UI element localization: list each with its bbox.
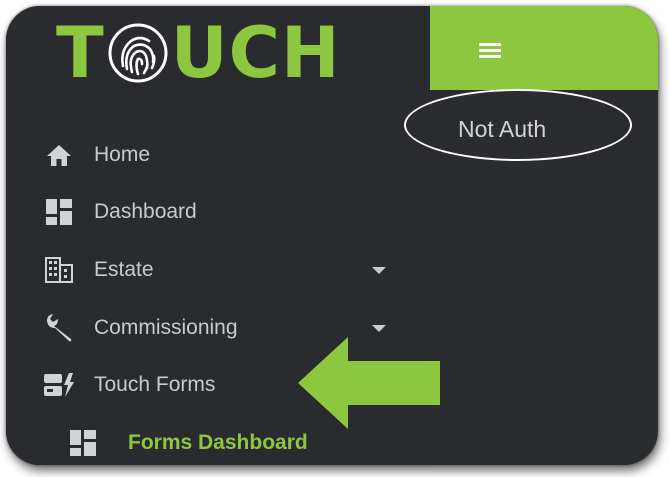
sidebar-item-home[interactable]: Home	[6, 133, 430, 177]
dashboard-icon	[66, 426, 100, 460]
sidebar-item-label: Estate	[94, 258, 154, 281]
chevron-down-icon[interactable]	[372, 324, 386, 332]
app-window: T UCH Home Dashboard Estate Commissionin…	[6, 6, 658, 465]
touch-forms-icon	[42, 368, 76, 402]
sidebar-item-label: Commissioning	[94, 316, 238, 339]
highlight-oval	[404, 89, 632, 161]
sidebar-item-label: Dashboard	[94, 200, 197, 223]
pointer-arrow-icon	[298, 337, 440, 429]
top-header-bar	[430, 6, 658, 90]
sidebar-item-label: Home	[94, 143, 151, 166]
hamburger-menu-icon[interactable]	[479, 43, 501, 58]
building-icon	[42, 253, 76, 287]
wrench-icon	[42, 311, 76, 345]
brand-logo-text-start: T	[56, 12, 105, 94]
sidebar-item-dashboard[interactable]: Dashboard	[6, 190, 430, 234]
chevron-down-icon[interactable]	[372, 266, 386, 274]
home-icon	[42, 138, 76, 172]
brand-logo-text-end: UCH	[170, 12, 341, 94]
dashboard-icon	[42, 195, 76, 229]
brand-logo: T UCH	[56, 18, 341, 88]
sidebar-item-label: Forms Dashboard	[128, 431, 308, 454]
fingerprint-icon	[108, 23, 168, 83]
sidebar-item-estate[interactable]: Estate	[6, 248, 430, 292]
sidebar-item-label: Touch Forms	[94, 373, 216, 396]
